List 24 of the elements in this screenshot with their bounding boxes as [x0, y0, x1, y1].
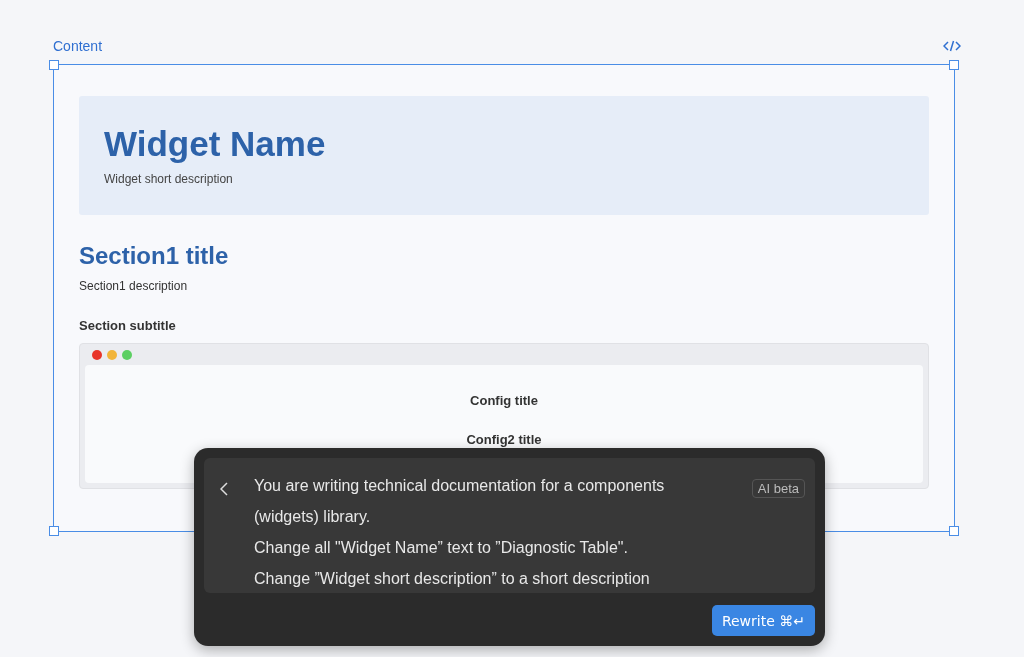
- prompt-field[interactable]: You are writing technical documentation for a components (widgets) library. Change all "Widget Name” text to ”Diagnostic Table". Change ”Widget short description” to a short description AI beta: [204, 458, 815, 593]
- prompt-text: You are writing technical documentation for a components: [254, 476, 666, 496]
- prompt-text: (widgets) library.: [254, 507, 372, 527]
- frame-label: Content: [53, 38, 103, 54]
- back-icon[interactable]: [220, 482, 228, 496]
- minimize-dot-icon: [107, 349, 117, 360]
- close-dot-icon: [92, 349, 102, 360]
- section-title: Section1 title: [79, 241, 230, 271]
- resize-handle[interactable]: [49, 60, 59, 70]
- widget-title: Widget Name: [104, 124, 327, 164]
- prompt-text: Change all "Widget Name” text to ”Diagnostic Table".: [254, 538, 629, 558]
- code-icon[interactable]: [943, 40, 961, 52]
- resize-handle[interactable]: [49, 526, 59, 536]
- resize-handle[interactable]: [949, 526, 959, 536]
- config-title: Config2 title: [466, 432, 542, 447]
- ai-beta-badge: AI beta: [751, 479, 805, 498]
- config-title: Config title: [470, 393, 538, 408]
- widget-description: Widget short description: [104, 172, 234, 186]
- maximize-dot-icon: [122, 349, 132, 360]
- section-description: Section1 description: [79, 279, 189, 293]
- resize-handle[interactable]: [949, 60, 959, 70]
- section-subtitle: Section subtitle: [79, 318, 177, 333]
- rewrite-button[interactable]: Rewrite ⌘↵: [711, 605, 815, 636]
- prompt-text: Change ”Widget short description” to a short description: [254, 569, 651, 589]
